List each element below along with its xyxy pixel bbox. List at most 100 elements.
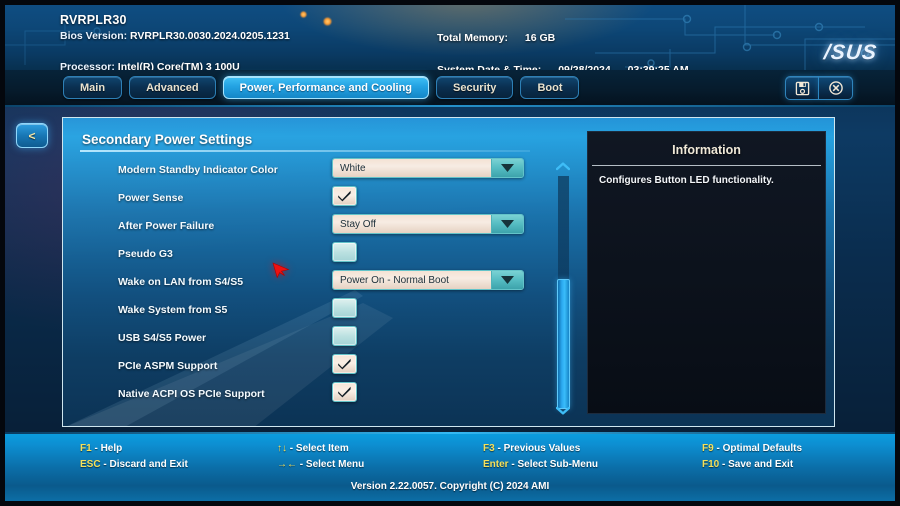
tab-boot[interactable]: Boot (520, 76, 580, 99)
close-icon (828, 81, 843, 95)
title-divider (80, 150, 530, 152)
footer-text: Discard and Exit (109, 459, 188, 470)
back-button[interactable]: < (16, 123, 48, 148)
information-body: Configures Button LED functionality. (599, 175, 774, 186)
table-row: USB S4/S5 Power (63, 326, 543, 354)
setting-label-after-power-failure: After Power Failure (118, 220, 215, 232)
footer-key: ESC (80, 459, 101, 470)
total-memory-row: Total Memory: 16 GB (437, 32, 689, 60)
footer-bar: F1 - Help ESC - Discard and Exit ↑↓ - Se… (5, 432, 895, 501)
scroll-up-button[interactable] (555, 160, 571, 172)
settings-panel: Secondary Power Settings Modern Standby … (62, 117, 835, 427)
header-glow-dot (323, 17, 332, 26)
footer-key: F1 (80, 443, 92, 454)
checkbox-pcie-aspm-support[interactable] (332, 354, 357, 374)
footer-text: Save and Exit (728, 459, 794, 470)
system-info-right: Total Memory: 16 GB System Date & Time: … (437, 32, 689, 70)
scrollbar[interactable] (552, 158, 574, 416)
footer-sep: - (716, 443, 720, 454)
copyright-text: Version 2.22.0057. Copyright (C) 2024 AM… (350, 481, 550, 492)
tab-advanced[interactable]: Advanced (129, 76, 216, 99)
tab-main[interactable]: Main (63, 76, 123, 99)
footer-column-2: ↑↓ - Select Item →← - Select Menu (277, 441, 364, 473)
processor-row: Processor: Intel(R) Core(TM) 3 100U (60, 61, 290, 70)
footer-hint: F9 - Optimal Defaults (702, 441, 802, 457)
chevron-up-icon (556, 161, 570, 170)
dropdown-modern-standby-indicator-color[interactable]: White (332, 158, 524, 178)
setting-control (332, 186, 357, 206)
check-icon (338, 358, 351, 370)
footer-hint: F3 - Previous Values (483, 441, 598, 457)
footer-text: Select Sub-Menu (517, 459, 599, 470)
checkbox-pseudo-g3[interactable] (332, 242, 357, 262)
setting-label-pcie-aspm-support: PCIe ASPM Support (118, 360, 218, 372)
footer-sep: - (722, 459, 726, 470)
footer-text: Optimal Defaults (722, 443, 803, 454)
table-row: Wake on LAN from S4/S5 Power On - Normal… (63, 270, 543, 298)
footer-column-1: F1 - Help ESC - Discard and Exit (80, 441, 188, 473)
close-button[interactable] (819, 76, 853, 100)
asus-logo: /SUS (822, 41, 879, 64)
dropdown-after-power-failure[interactable]: Stay Off (332, 214, 524, 234)
mouse-cursor (272, 262, 290, 279)
setting-label-wake-system-from-s5: Wake System from S5 (118, 304, 228, 316)
table-row: Native ACPI OS PCIe Support (63, 382, 543, 410)
dropdown-wake-on-lan-from-s4-s5[interactable]: Power On - Normal Boot (332, 270, 524, 290)
chevron-down-icon (491, 271, 523, 289)
setting-control (332, 298, 357, 318)
footer-key: F3 (483, 443, 495, 454)
footer-hint: F1 - Help (80, 441, 188, 457)
setting-label-wake-on-lan-from-s4-s5: Wake on LAN from S4/S5 (118, 276, 244, 288)
setting-label-native-acpi-os-pcie-support: Native ACPI OS PCIe Support (118, 388, 265, 400)
setting-control (332, 242, 357, 262)
footer-hint: F10 - Save and Exit (702, 457, 802, 473)
footer-column-3: F3 - Previous Values Enter - Select Sub-… (483, 441, 598, 473)
footer-hint: ↑↓ - Select Item (277, 441, 364, 457)
tab-security[interactable]: Security (436, 76, 514, 99)
scroll-down-button[interactable] (555, 404, 571, 416)
bios-inner-frame: RVRPLR30 Bios Version: RVRPLR30.0030.202… (5, 5, 895, 501)
checkbox-power-sense[interactable] (332, 186, 357, 206)
settings-rows: Modern Standby Indicator Color White Pow… (63, 158, 543, 410)
setting-control: Power On - Normal Boot (332, 270, 524, 290)
bios-version-label: Bios Version: (60, 30, 128, 42)
total-memory-value: 16 GB (524, 32, 556, 44)
table-row: Modern Standby Indicator Color White (63, 158, 543, 186)
footer-hint: ESC - Discard and Exit (80, 457, 188, 473)
footer-hint: →← - Select Menu (277, 457, 364, 473)
footer-text: Previous Values (503, 443, 581, 454)
setting-control (332, 354, 357, 374)
information-divider (592, 165, 821, 166)
footer-sep: - (511, 459, 515, 470)
setting-label-power-sense: Power Sense (118, 192, 184, 204)
save-icon (795, 81, 809, 95)
bios-screen: RVRPLR30 Bios Version: RVRPLR30.0030.202… (0, 0, 900, 506)
footer-text: Select Menu (305, 459, 365, 470)
chevron-down-icon (491, 159, 523, 177)
footer-key: →← (277, 459, 297, 470)
checkbox-usb-s4-s5-power[interactable] (332, 326, 357, 346)
checkbox-wake-system-from-s5[interactable] (332, 298, 357, 318)
save-button[interactable] (785, 76, 819, 100)
footer-text: Select Item (295, 443, 349, 454)
tab-list: Main Advanced Power, Performance and Coo… (63, 76, 580, 99)
setting-control: White (332, 158, 524, 178)
chevron-down-icon (491, 215, 523, 233)
chevron-down-icon (556, 406, 570, 415)
setting-control (332, 382, 357, 402)
board-model: RVRPLR30 (60, 13, 127, 27)
check-icon (338, 386, 351, 398)
footer-key: Enter (483, 459, 509, 470)
total-memory-label: Total Memory: (437, 32, 508, 44)
footer-sep: - (289, 443, 294, 454)
tab-power-performance-and-cooling[interactable]: Power, Performance and Cooling (222, 76, 430, 99)
processor-label: Processor: (60, 61, 115, 70)
scrollbar-thumb[interactable] (557, 279, 570, 409)
bios-version-row: Bios Version: RVRPLR30.0030.2024.0205.12… (60, 30, 290, 58)
tab-bar: Main Advanced Power, Performance and Coo… (5, 70, 895, 107)
information-title: Information (672, 143, 741, 157)
check-icon (338, 190, 351, 202)
footer-text: Help (100, 443, 123, 454)
setting-label-modern-standby-indicator-color: Modern Standby Indicator Color (118, 164, 278, 176)
checkbox-native-acpi-os-pcie-support[interactable] (332, 382, 357, 402)
